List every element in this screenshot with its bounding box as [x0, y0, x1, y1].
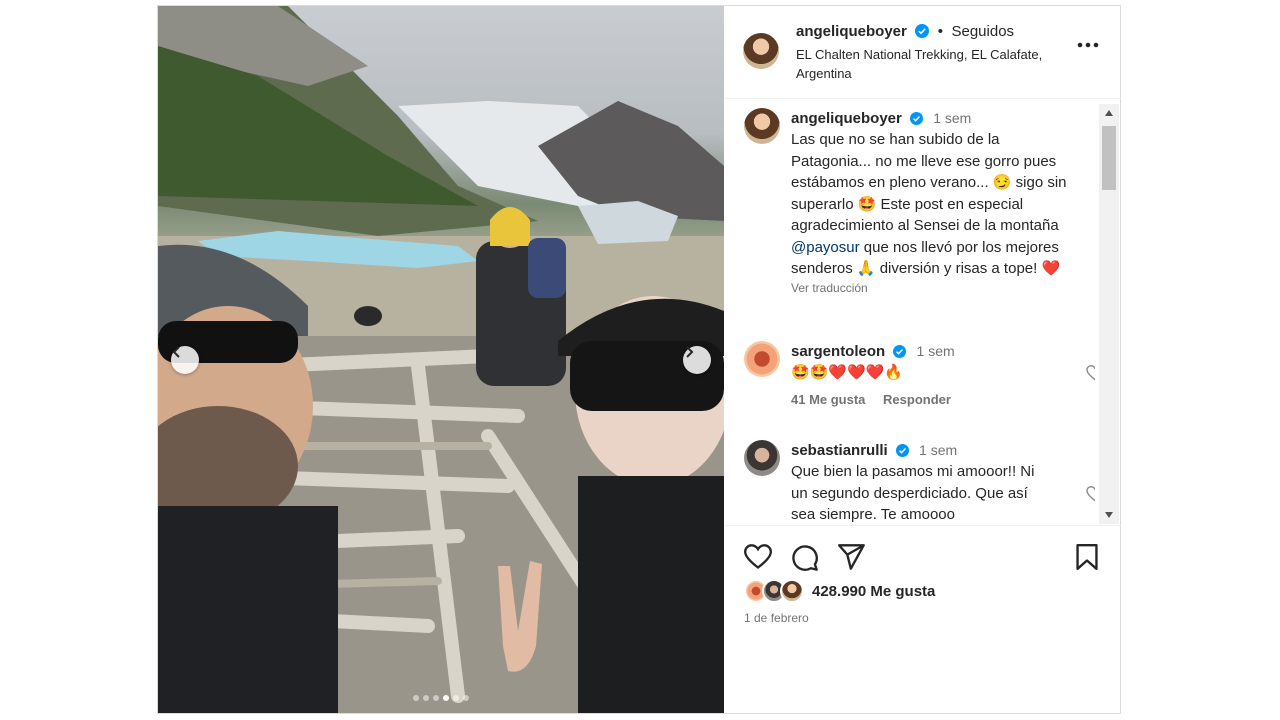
carousel-dot-active: [443, 695, 449, 701]
comment-item: sargentoleon 1 sem 🤩🤩❤️❤️❤️🔥 41 Me gusta…: [744, 341, 1095, 421]
post-photo[interactable]: [158, 6, 724, 713]
follow-status-button[interactable]: Seguidos: [951, 23, 1014, 40]
author-line: angeliqueboyer • Seguidos: [796, 23, 1014, 41]
scroll-up-button[interactable]: [1099, 104, 1119, 122]
photo-illustration: [158, 6, 724, 713]
carousel-dot: [463, 695, 469, 701]
likes-count[interactable]: 428.990 Me gusta: [812, 583, 935, 600]
author-avatar[interactable]: [743, 33, 779, 69]
chevron-left-icon: [172, 346, 180, 358]
verified-icon: [910, 112, 924, 125]
comment-text: Que bien la pasamos mi amooor!! Ni un se…: [791, 463, 1035, 523]
separator: •: [937, 23, 944, 40]
commenter-avatar[interactable]: [744, 341, 780, 377]
verified-icon: [893, 345, 907, 358]
comment-item: sebastianrulli 1 sem Que bien la pasamos…: [744, 440, 1095, 525]
bookmark-icon[interactable]: [1076, 544, 1098, 570]
comments-list[interactable]: angeliqueboyer 1 sem Las que no se han s…: [725, 99, 1095, 525]
heart-icon[interactable]: [744, 544, 772, 570]
carousel-dot: [423, 695, 429, 701]
reply-button[interactable]: Responder: [883, 392, 951, 407]
scrollbar-thumb[interactable]: [1102, 126, 1116, 190]
liker-avatar: [780, 579, 804, 603]
next-slide-button[interactable]: [683, 346, 711, 374]
caption-text: Las que no se han subido de la Patagonia…: [791, 129, 1081, 280]
scroll-up-icon: [1105, 110, 1113, 116]
scroll-down-button[interactable]: [1099, 506, 1119, 524]
caption-avatar[interactable]: [744, 108, 780, 144]
chevron-right-icon: [686, 346, 694, 358]
commenter-avatar[interactable]: [744, 440, 780, 476]
caption-item: angeliqueboyer 1 sem Las que no se han s…: [744, 108, 1094, 328]
share-icon[interactable]: [838, 544, 866, 570]
post-sidebar: angeliqueboyer • Seguidos EL Chalten Nat…: [725, 6, 1121, 713]
previous-slide-button[interactable]: [171, 346, 199, 374]
carousel-dot: [413, 695, 419, 701]
post-date[interactable]: 1 de febrero: [744, 611, 809, 625]
comment-time: 1 sem: [919, 442, 958, 458]
comment-icon[interactable]: [791, 544, 819, 572]
more-options-icon[interactable]: [1077, 42, 1099, 48]
translate-link[interactable]: Ver traducción: [791, 281, 1081, 295]
likes-summary[interactable]: 428.990 Me gusta: [744, 579, 935, 603]
caption-time: 1 sem: [933, 110, 972, 126]
comments-scrollbar[interactable]: [1099, 104, 1119, 524]
carousel-dot: [453, 695, 459, 701]
verified-icon: [895, 444, 909, 457]
carousel-indicator: [158, 695, 724, 701]
carousel-dot: [433, 695, 439, 701]
comment-time: 1 sem: [916, 343, 955, 359]
mention-link[interactable]: @payosur: [791, 239, 860, 256]
scroll-down-icon: [1105, 512, 1113, 518]
caption-text-part: Las que no se han subido de la Patagonia…: [791, 131, 1067, 234]
caption-username[interactable]: angeliqueboyer: [791, 110, 902, 127]
post-header: angeliqueboyer • Seguidos EL Chalten Nat…: [725, 6, 1121, 99]
comment-likes[interactable]: 41 Me gusta: [791, 392, 865, 407]
verified-icon: [915, 24, 930, 38]
commenter-username[interactable]: sargentoleon: [791, 343, 885, 360]
author-username[interactable]: angeliqueboyer: [796, 23, 907, 40]
instagram-post: angeliqueboyer • Seguidos EL Chalten Nat…: [157, 5, 1121, 714]
commenter-username[interactable]: sebastianrulli: [791, 442, 888, 459]
comment-like-heart-icon[interactable]: [1086, 365, 1095, 381]
comment-like-heart-icon[interactable]: [1086, 486, 1095, 502]
comment-text: 🤩🤩❤️❤️❤️🔥: [791, 364, 904, 381]
location-link[interactable]: EL Chalten National Trekking, EL Calafat…: [796, 45, 1066, 83]
